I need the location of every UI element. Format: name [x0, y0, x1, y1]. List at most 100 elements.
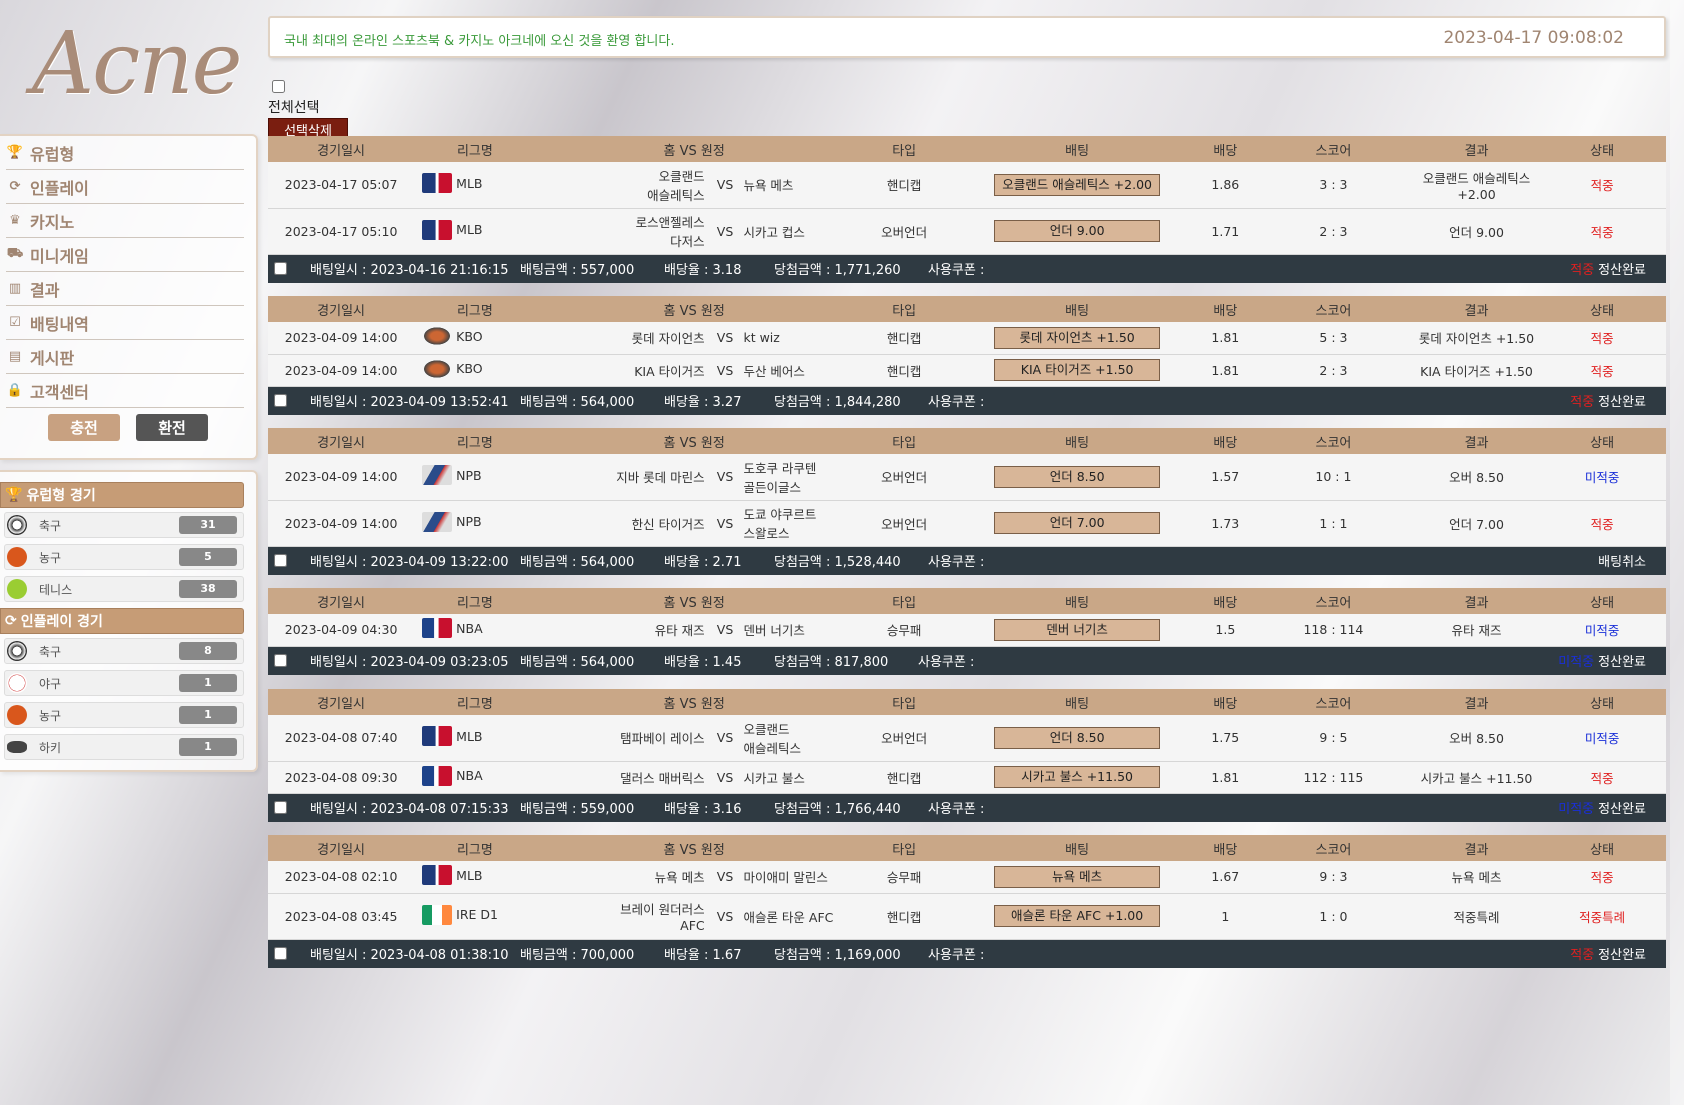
away-team: 뉴욕 메츠: [739, 162, 853, 209]
game-row[interactable]: 야구 1: [4, 670, 244, 696]
bet-date-value: 2023-04-09 03:23:05: [370, 655, 509, 670]
tennis-ball-icon: [7, 579, 27, 599]
select-all-checkbox[interactable]: [272, 80, 285, 93]
win-amount: 당첨금액 : 1,528,440: [774, 551, 901, 570]
game-row[interactable]: 농구 5: [4, 544, 244, 570]
away-team: 두산 베어스: [739, 354, 853, 387]
column-header: 상태: [1538, 428, 1666, 454]
status-text: 적중: [1590, 363, 1614, 379]
exchange-button[interactable]: 환전: [136, 414, 208, 441]
odds-text: 1.67: [1211, 869, 1240, 885]
scrollbar[interactable]: [1670, 0, 1684, 1105]
column-header: 결과: [1414, 835, 1539, 861]
match-date: 2023-04-09 14:00: [268, 454, 415, 501]
menu-item-5[interactable]: ☑ 배팅내역: [6, 306, 244, 340]
win-amount-value: 1,169,000: [834, 948, 901, 963]
bet-select-checkbox[interactable]: [274, 654, 287, 667]
site-logo[interactable]: Acne: [32, 14, 243, 114]
menu-item-label: 게시판: [30, 348, 75, 368]
column-header: 타입: [852, 588, 956, 614]
menu-item-1[interactable]: ⟳ 인플레이: [6, 170, 244, 204]
score: 112 : 115: [1252, 761, 1415, 794]
column-header: 스코어: [1252, 689, 1415, 715]
hockey-puck-icon: [7, 741, 27, 753]
bet-date: 배팅일시 : 2023-04-09 03:23:05: [310, 651, 509, 670]
match-date: 2023-04-17 05:10: [268, 208, 415, 255]
game-count: 1: [179, 674, 237, 692]
game-row[interactable]: 농구 1: [4, 702, 244, 728]
vs-label: VS: [710, 761, 740, 794]
cart-icon: ⛟: [6, 246, 24, 261]
result: 유타 재즈: [1414, 614, 1539, 647]
bet-amount: 배팅금액 : 564,000: [520, 551, 634, 570]
table-row: 2023-04-09 14:00 KBO KIA 타이거즈 VS 두산 베어스 핸디캡 KI…: [268, 354, 1666, 387]
bet-type: 핸디캡: [852, 322, 956, 355]
column-header: 타입: [852, 689, 956, 715]
bet-select-checkbox[interactable]: [274, 947, 287, 960]
menu-item-4[interactable]: ▥ 결과: [6, 272, 244, 306]
result: 시카고 불스 +11.50: [1414, 761, 1539, 794]
game-count: 1: [179, 738, 237, 756]
away-team: 시카고 불스: [739, 761, 853, 794]
charge-button[interactable]: 충전: [48, 414, 120, 441]
column-header: 홈 VS 원정: [535, 296, 853, 322]
menu-item-6[interactable]: ▤ 게시판: [6, 340, 244, 374]
home-team: 로스앤젤레스 다저스: [535, 208, 711, 255]
home-team-text: 유타 재즈: [654, 623, 705, 639]
bet-select-checkbox[interactable]: [274, 262, 287, 275]
away-team-text: 마이애미 말린스: [743, 870, 828, 886]
result-text: KIA 타이거즈 +1.50: [1420, 363, 1533, 379]
settlement-status: 미적중 정산완료: [1558, 798, 1646, 817]
coupon: 사용쿠폰 :: [918, 651, 974, 670]
bet-choice-cell: KIA 타이거즈 +1.50: [955, 354, 1199, 387]
menu-item-2[interactable]: ♛ 카지노: [6, 204, 244, 238]
result: 오버 8.50: [1414, 454, 1539, 501]
vs-label-text: VS: [716, 515, 734, 531]
vs-label-text: VS: [716, 908, 734, 924]
bet-select-checkbox[interactable]: [274, 554, 287, 567]
vs-label: VS: [710, 454, 740, 501]
vs-label: VS: [710, 162, 740, 209]
game-row[interactable]: 축구 31: [4, 512, 244, 538]
score: 5 : 3: [1252, 322, 1415, 355]
bet-date-label: 배팅일시 :: [310, 263, 371, 278]
odds-rate-value: 3.16: [712, 802, 742, 817]
welcome-message: 국내 최대의 온라인 스포츠북 & 카지노 아크네에 오신 것을 환영 합니다.: [284, 34, 675, 49]
home-team: 뉴욕 메츠: [535, 861, 711, 894]
bet-select-checkbox[interactable]: [274, 801, 287, 814]
menu-item-3[interactable]: ⛟ 미니게임: [6, 238, 244, 272]
final-note: 정산완료: [1598, 395, 1646, 410]
game-row[interactable]: 하키 1: [4, 734, 244, 760]
column-header: 경기일시: [268, 428, 415, 454]
column-header: 결과: [1414, 588, 1539, 614]
status-text: 미적중: [1584, 731, 1620, 747]
menu-item-7[interactable]: 🔒 고객센터: [6, 374, 244, 408]
status-text: 미적중: [1584, 623, 1620, 639]
coupon-label: 사용쿠폰 :: [928, 802, 985, 817]
odds: 1.81: [1198, 322, 1253, 355]
match-date-text: 2023-04-17 05:10: [284, 223, 398, 239]
bet-select-checkbox[interactable]: [274, 394, 287, 407]
score-text: 9 : 3: [1319, 869, 1348, 885]
bet-choice-cell: 롯데 자이언츠 +1.50: [955, 322, 1199, 355]
bet-summary: 배팅일시 : 2023-04-08 01:38:10 배팅금액 : 700,000…: [268, 939, 1666, 968]
game-row[interactable]: 테니스 38: [4, 576, 244, 602]
bet-type: 오버언더: [852, 208, 956, 255]
main-menu: 🏆 유럽형 ⟳ 인플레이 ♛ 카지노 ⛟ 미니게임 ▥ 결과 ☑ 배팅내역 ▤ 게시판 🔒 고객센터 충전 환…: [0, 134, 258, 460]
league-name: NPB: [456, 467, 482, 483]
bet-choice: 언더 7.00: [994, 512, 1161, 534]
odds-text: 1.86: [1211, 177, 1240, 193]
column-header: 리그명: [414, 689, 536, 715]
bet-amount-label: 배팅금액 :: [520, 655, 581, 670]
game-label: 테니스: [39, 582, 73, 597]
column-header: 배팅: [955, 296, 1199, 322]
column-header: 배당: [1198, 588, 1253, 614]
menu-item-0[interactable]: 🏆 유럽형: [6, 136, 244, 170]
match-date-text: 2023-04-08 07:40: [284, 730, 398, 746]
coupon: 사용쿠폰 :: [928, 391, 984, 410]
game-row[interactable]: 축구 8: [4, 638, 244, 664]
bet-type-text: 오버언더: [881, 516, 928, 532]
home-team: 롯데 자이언츠: [535, 322, 711, 355]
bet-amount: 배팅금액 : 559,000: [520, 798, 634, 817]
column-header: 결과: [1414, 689, 1539, 715]
